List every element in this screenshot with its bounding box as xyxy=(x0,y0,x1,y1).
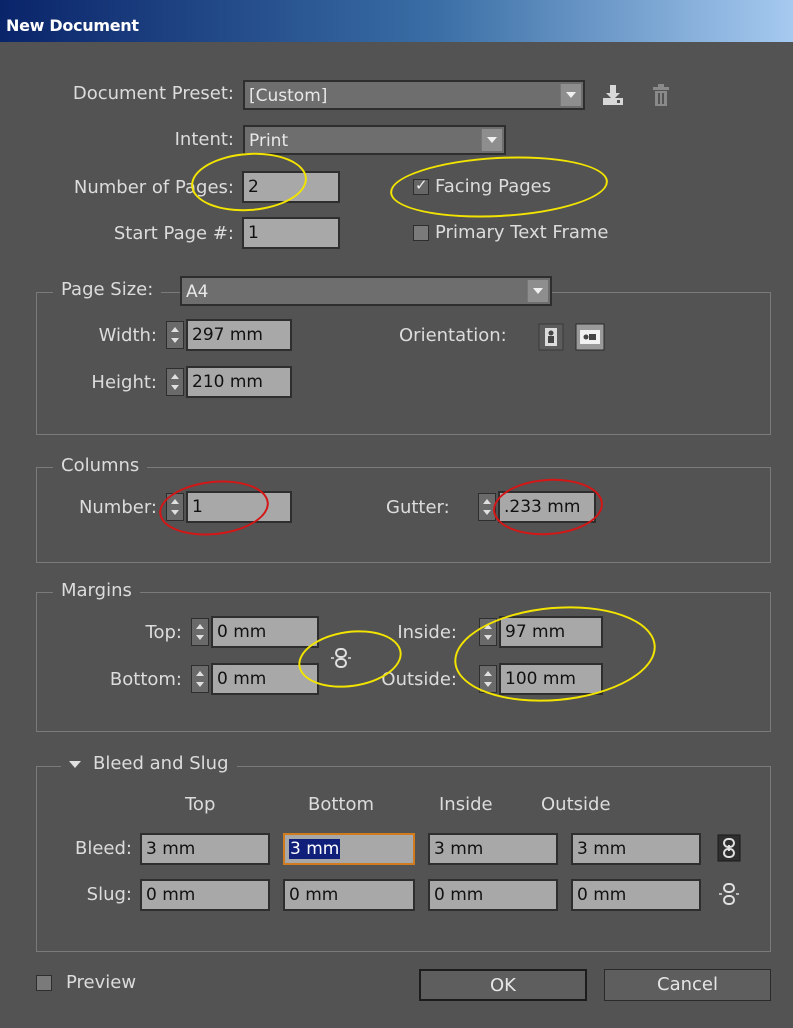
chevron-down-icon xyxy=(527,280,548,302)
link-bleed-icon[interactable] xyxy=(717,834,741,862)
margin-outside-stepper[interactable] xyxy=(479,665,497,693)
page-size-group xyxy=(36,292,771,435)
margin-top-label: Top: xyxy=(145,622,182,643)
bleed-header-top: Top xyxy=(185,794,216,815)
bleed-top-field[interactable]: 3 mm xyxy=(140,833,270,865)
margin-top-field[interactable]: 0 mm xyxy=(211,616,319,648)
checkmark-icon: ✓ xyxy=(415,176,428,194)
bleed-bottom-field[interactable]: 3 mm xyxy=(283,833,415,865)
intent-label: Intent: xyxy=(174,129,234,150)
facing-pages-label: Facing Pages xyxy=(435,176,552,197)
width-stepper[interactable] xyxy=(166,321,184,349)
save-preset-icon[interactable] xyxy=(600,82,626,108)
number-of-pages-label: Number of Pages: xyxy=(73,177,234,198)
window-title: New Document xyxy=(6,16,139,35)
document-preset-dropdown[interactable]: [Custom] xyxy=(243,80,585,110)
height-label: Height: xyxy=(91,372,157,393)
margin-top-stepper[interactable] xyxy=(191,618,209,646)
margin-inside-stepper[interactable] xyxy=(479,618,497,646)
height-field[interactable]: 210 mm xyxy=(186,366,292,398)
column-number-label: Number: xyxy=(78,497,157,518)
columns-title: Columns xyxy=(53,455,148,476)
bleed-label: Bleed: xyxy=(75,838,132,859)
title-bar: New Document xyxy=(0,0,793,42)
bleed-slug-title: Bleed and Slug xyxy=(93,753,229,774)
width-label: Width: xyxy=(98,325,157,346)
height-stepper[interactable] xyxy=(166,368,184,396)
start-page-label: Start Page #: xyxy=(113,223,234,244)
document-preset-label: Document Preset: xyxy=(72,83,234,104)
column-number-stepper[interactable] xyxy=(166,493,184,521)
primary-text-frame-label: Primary Text Frame xyxy=(435,222,609,243)
preview-label: Preview xyxy=(66,972,137,993)
width-field[interactable]: 297 mm xyxy=(186,319,292,351)
number-of-pages-field[interactable]: 2 xyxy=(242,171,340,203)
gutter-label: Gutter: xyxy=(386,497,450,518)
document-preset-value: [Custom] xyxy=(249,86,328,106)
margin-bottom-field[interactable]: 0 mm xyxy=(211,663,319,695)
disclosure-triangle-icon xyxy=(69,760,81,768)
bleed-bottom-selected-text: 3 mm xyxy=(289,839,341,859)
start-page-field[interactable]: 1 xyxy=(242,217,340,249)
margin-outside-field[interactable]: 100 mm xyxy=(499,663,603,695)
bleed-inside-field[interactable]: 3 mm xyxy=(428,833,558,865)
new-document-dialog: Document Preset: [Custom] Intent: Print … xyxy=(9,42,771,1017)
bleed-outside-field[interactable]: 3 mm xyxy=(571,833,701,865)
cancel-button[interactable]: Cancel xyxy=(604,969,771,1001)
margin-inside-label: Inside: xyxy=(397,622,457,643)
chevron-down-icon xyxy=(481,129,502,151)
margin-bottom-stepper[interactable] xyxy=(191,665,209,693)
slug-top-field[interactable]: 0 mm xyxy=(140,879,270,911)
margins-group xyxy=(36,592,771,732)
intent-value: Print xyxy=(249,131,289,151)
margins-title: Margins xyxy=(53,580,140,601)
slug-bottom-field[interactable]: 0 mm xyxy=(283,879,415,911)
bleed-slug-header[interactable]: Bleed and Slug xyxy=(61,753,237,774)
margin-bottom-label: Bottom: xyxy=(109,669,182,690)
page-size-value: A4 xyxy=(186,282,209,302)
orientation-label: Orientation: xyxy=(399,325,507,346)
portrait-orientation-icon[interactable] xyxy=(538,323,564,351)
link-slug-icon[interactable] xyxy=(718,882,740,906)
margin-outside-label: Outside: xyxy=(381,669,457,690)
column-number-field[interactable]: 1 xyxy=(186,491,292,523)
intent-dropdown[interactable]: Print xyxy=(243,125,506,155)
delete-preset-icon[interactable] xyxy=(650,83,672,109)
bleed-header-bottom: Bottom xyxy=(308,794,375,815)
slug-label: Slug: xyxy=(86,884,132,905)
ok-button[interactable]: OK xyxy=(419,969,587,1001)
slug-outside-field[interactable]: 0 mm xyxy=(571,879,701,911)
facing-pages-checkbox[interactable]: ✓ xyxy=(413,176,429,195)
gutter-field[interactable]: .233 mm xyxy=(498,491,596,523)
landscape-orientation-icon[interactable] xyxy=(575,323,605,351)
preview-checkbox[interactable] xyxy=(36,975,52,991)
link-margins-icon[interactable] xyxy=(330,646,352,670)
bleed-header-outside: Outside xyxy=(541,794,611,815)
margin-inside-field[interactable]: 97 mm xyxy=(499,616,603,648)
page-size-dropdown[interactable]: A4 xyxy=(180,276,552,306)
gutter-stepper[interactable] xyxy=(478,493,496,521)
primary-text-frame-checkbox[interactable] xyxy=(413,225,429,241)
slug-inside-field[interactable]: 0 mm xyxy=(428,879,558,911)
page-size-label: Page Size: xyxy=(53,279,162,300)
chevron-down-icon xyxy=(560,84,581,106)
bleed-header-inside: Inside xyxy=(439,794,493,815)
